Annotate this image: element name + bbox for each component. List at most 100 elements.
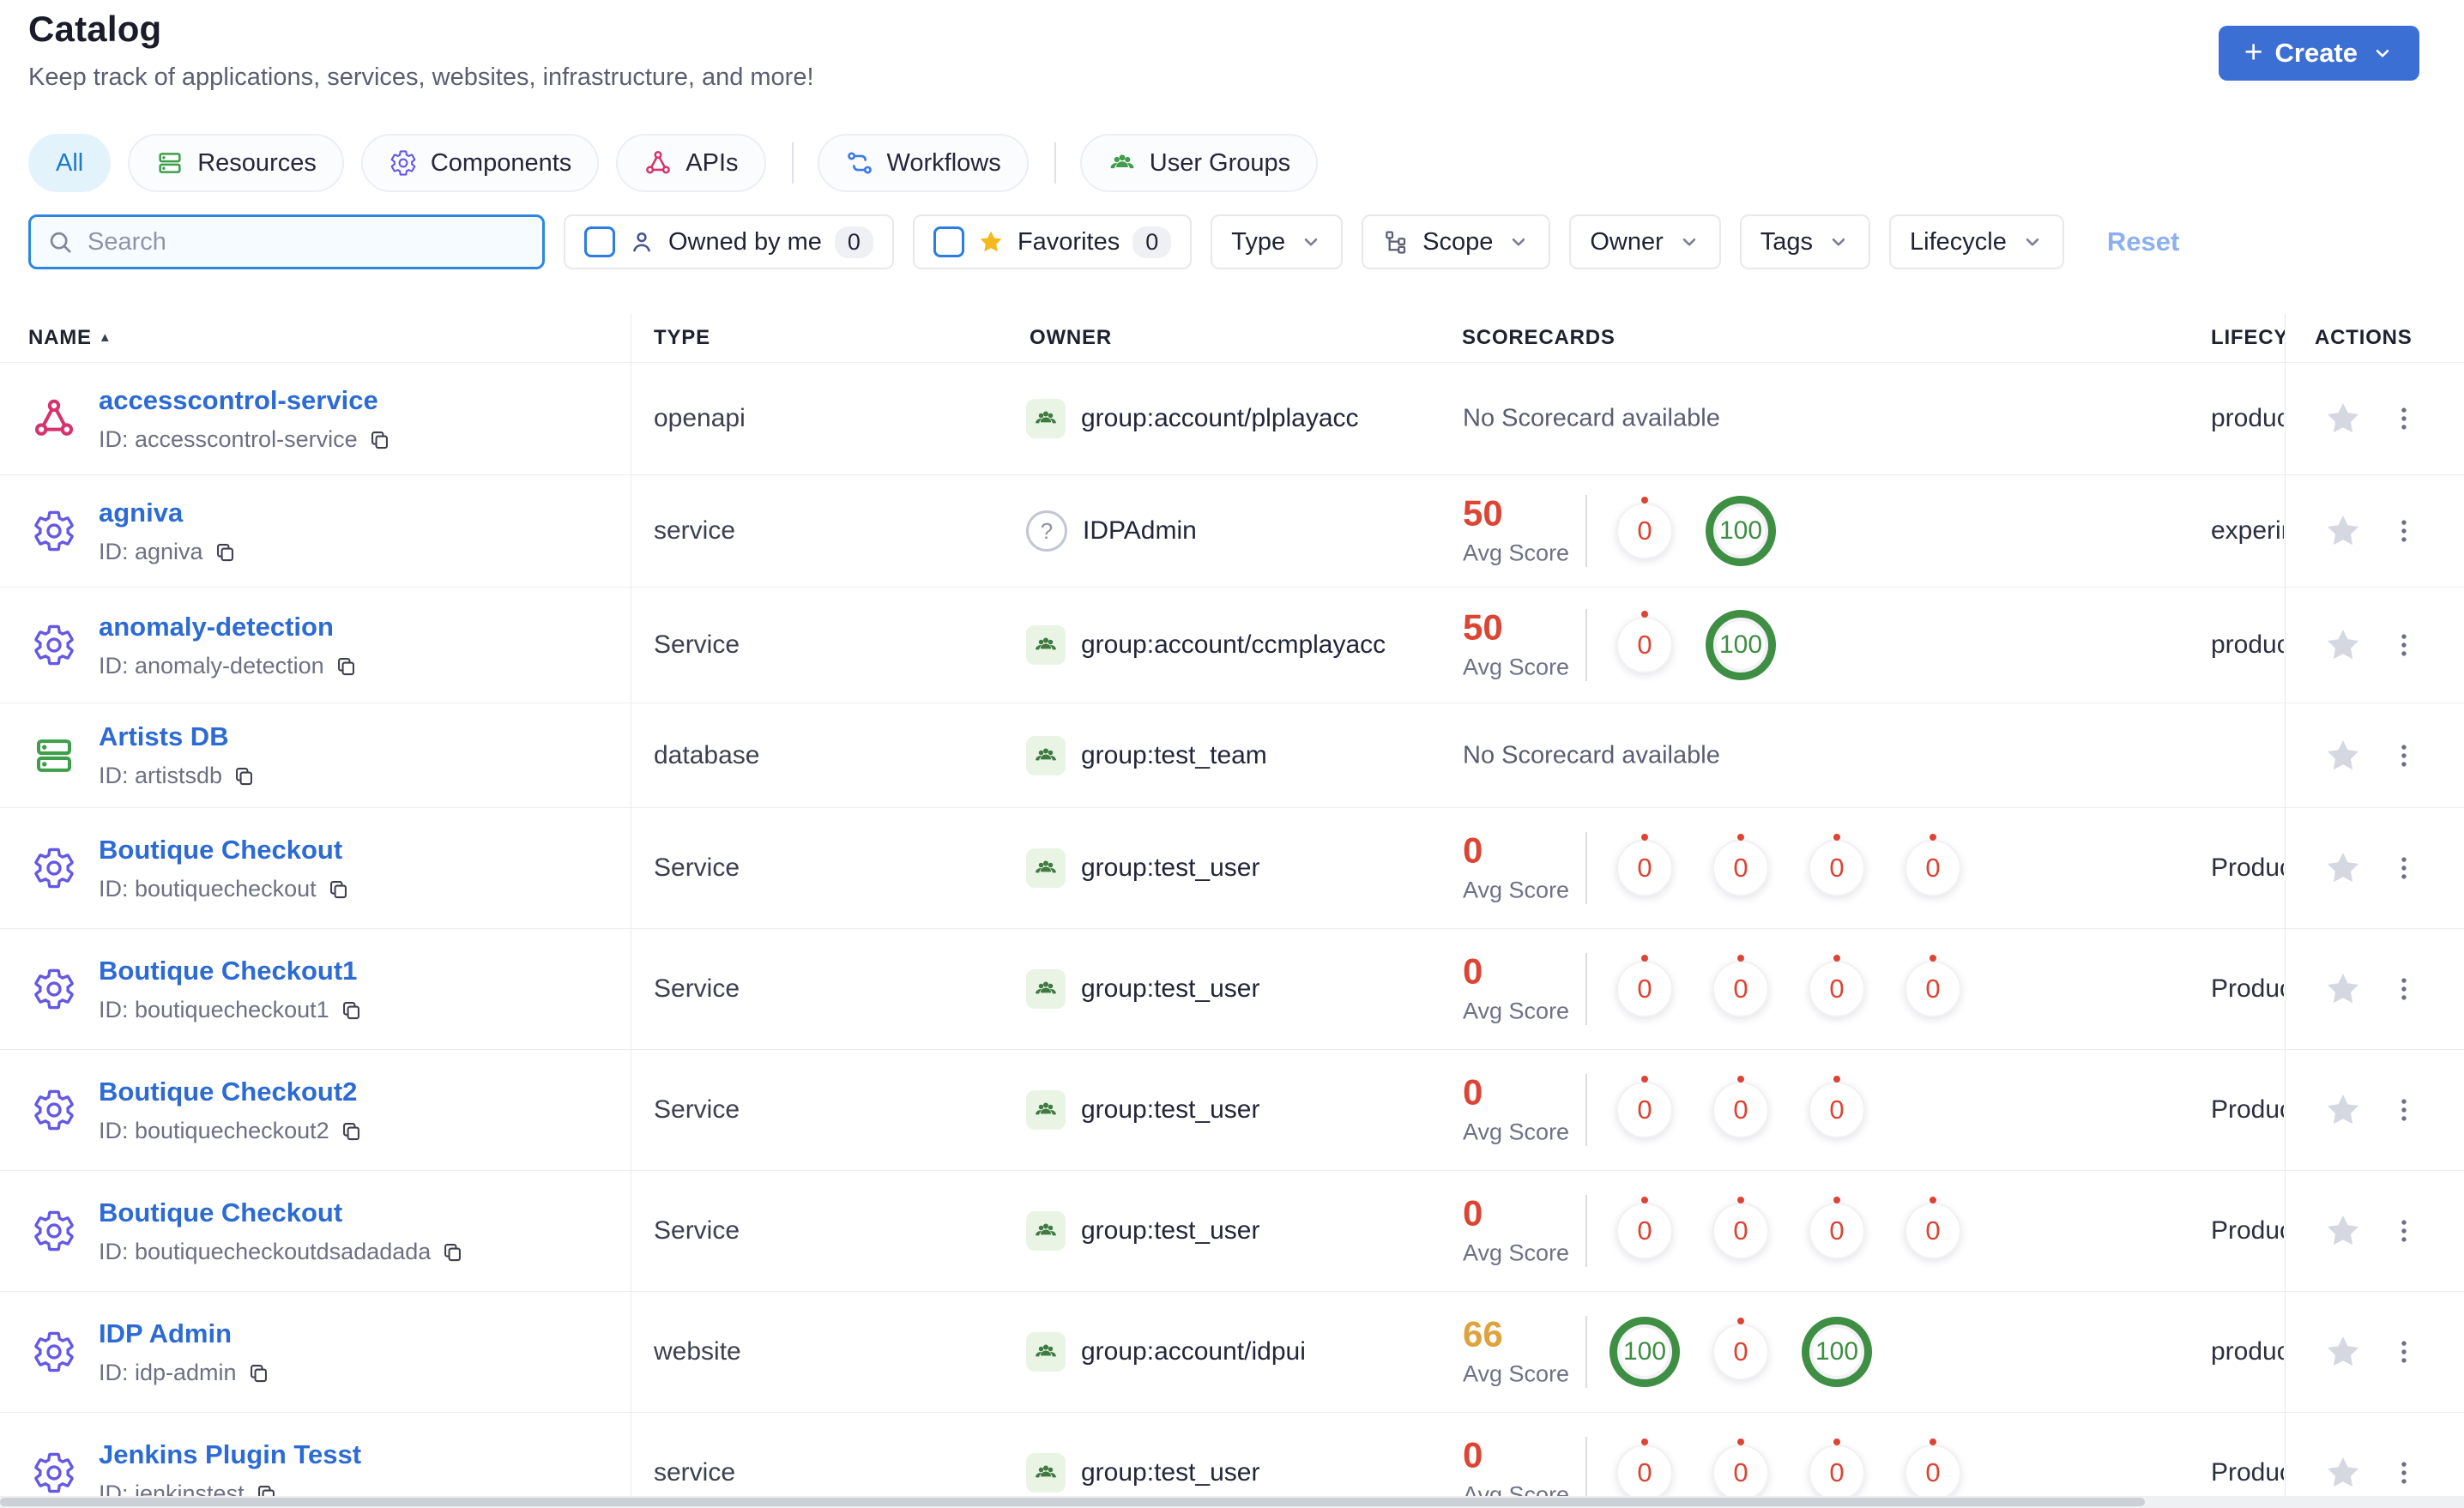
owner-cell: group:test_user xyxy=(1026,1171,1259,1291)
tab-resources[interactable]: Resources xyxy=(128,134,344,192)
tab-user-groups[interactable]: User Groups xyxy=(1079,134,1319,192)
scorecard-score-circle[interactable]: 0 xyxy=(1809,834,1865,896)
favorite-star-icon[interactable] xyxy=(2323,969,2363,1009)
entity-name-link[interactable]: Boutique Checkout xyxy=(99,835,350,866)
tab-apis[interactable]: APIs xyxy=(616,134,766,192)
scorecard-score-circle[interactable]: 0 xyxy=(1712,1197,1769,1259)
kebab-menu-icon[interactable] xyxy=(2389,853,2419,884)
copy-icon[interactable] xyxy=(340,998,363,1022)
owned-by-me-checkbox[interactable] xyxy=(584,226,615,257)
scorecard-score-circle[interactable]: 0 xyxy=(1616,497,1673,559)
scorecard-circles: 000 xyxy=(1597,1050,1885,1170)
kebab-menu-icon[interactable] xyxy=(2389,974,2419,1004)
tab-components[interactable]: Components xyxy=(360,134,600,192)
owned-by-me-filter[interactable]: Owned by me 0 xyxy=(564,214,894,269)
entity-name-link[interactable]: Boutique Checkout2 xyxy=(99,1077,363,1107)
copy-icon[interactable] xyxy=(368,428,391,451)
tags-dropdown[interactable]: Tags xyxy=(1739,214,1871,269)
entity-name-link[interactable]: anomaly-detection xyxy=(99,612,358,642)
lifecycle-dropdown[interactable]: Lifecycle xyxy=(1889,214,2064,269)
entity-id-text: ID: agniva xyxy=(99,538,203,564)
entity-name-link[interactable]: Jenkins Plugin Tesst xyxy=(99,1439,361,1470)
favorite-star-icon[interactable] xyxy=(2323,736,2363,775)
favorites-filter[interactable]: Favorites 0 xyxy=(912,214,1193,269)
scorecard-score-circle[interactable]: 0 xyxy=(1809,1439,1865,1501)
favorite-star-icon[interactable] xyxy=(2323,625,2363,665)
scope-dropdown[interactable]: Scope xyxy=(1362,214,1551,269)
entity-id: ID: boutiquecheckoutdsadadada xyxy=(99,1239,464,1265)
column-header-name[interactable]: NAME ▲ xyxy=(28,326,112,350)
copy-icon[interactable] xyxy=(233,764,256,787)
favorite-star-icon[interactable] xyxy=(2323,1453,2363,1493)
scorecard-score-circle[interactable]: 100 xyxy=(1706,496,1776,566)
entity-name-link[interactable]: accesscontrol-service xyxy=(99,385,391,416)
scorecard-score-circle[interactable]: 0 xyxy=(1616,611,1673,673)
tab-all[interactable]: All xyxy=(28,134,112,192)
entity-id-text: ID: accesscontrol-service xyxy=(99,425,358,452)
kebab-menu-icon[interactable] xyxy=(2389,1095,2419,1125)
scorecard-score-circle[interactable]: 0 xyxy=(1905,1197,1961,1259)
entity-name-link[interactable]: Boutique Checkout1 xyxy=(99,956,363,986)
tab-workflows[interactable]: Workflows xyxy=(817,134,1029,192)
owner-cell: group:test_user xyxy=(1026,808,1259,928)
owner-dropdown[interactable]: Owner xyxy=(1569,214,1721,269)
favorites-checkbox[interactable] xyxy=(933,226,964,257)
scorecard-score-circle[interactable]: 0 xyxy=(1616,1439,1673,1501)
favorite-star-icon[interactable] xyxy=(2323,1090,2363,1130)
kebab-menu-icon[interactable] xyxy=(2389,1336,2419,1367)
name-cell: agniva ID: agniva xyxy=(99,475,237,587)
kebab-menu-icon[interactable] xyxy=(2389,630,2419,661)
entity-name-link[interactable]: Boutique Checkout xyxy=(99,1197,464,1228)
scorecard-score-circle[interactable]: 0 xyxy=(1809,1197,1865,1259)
avg-score: 50 Avg Score xyxy=(1463,609,1569,681)
entity-name-link[interactable]: agniva xyxy=(99,498,237,528)
scorecard-score-circle[interactable]: 0 xyxy=(1616,1197,1673,1259)
favorite-star-icon[interactable] xyxy=(2323,1332,2363,1372)
scorecard-score-circle[interactable]: 0 xyxy=(1905,1439,1961,1501)
kebab-menu-icon[interactable] xyxy=(2389,1215,2419,1246)
scorecard-score-circle[interactable]: 0 xyxy=(1712,834,1769,896)
scorecard-score-circle[interactable]: 100 xyxy=(1609,1317,1680,1387)
scorecard-score-circle[interactable]: 0 xyxy=(1616,834,1673,896)
kebab-menu-icon[interactable] xyxy=(2389,1457,2419,1488)
tab-label: Components xyxy=(430,148,572,177)
scorecard-score-circle[interactable]: 0 xyxy=(1809,1076,1865,1138)
scorecard-score-circle[interactable]: 0 xyxy=(1712,1318,1769,1380)
owner-label: group:account/ccmplayacc xyxy=(1081,630,1386,659)
type-dropdown[interactable]: Type xyxy=(1211,214,1344,269)
kebab-menu-icon[interactable] xyxy=(2389,740,2419,771)
search-input[interactable] xyxy=(86,226,527,257)
favorite-star-icon[interactable] xyxy=(2323,1211,2363,1251)
scorecard-score-circle[interactable]: 0 xyxy=(1616,955,1673,1017)
scorecard-score-circle[interactable]: 0 xyxy=(1712,1439,1769,1501)
scrollbar-thumb[interactable] xyxy=(0,1498,2145,1506)
scorecard-score-circle[interactable]: 0 xyxy=(1712,955,1769,1017)
entity-name-link[interactable]: IDP Admin xyxy=(99,1318,270,1349)
gear-icon xyxy=(31,929,77,1049)
favorite-star-icon[interactable] xyxy=(2323,848,2363,888)
scorecard-score-circle[interactable]: 0 xyxy=(1905,955,1961,1017)
scorecard-score-circle[interactable]: 0 xyxy=(1809,955,1865,1017)
copy-icon[interactable] xyxy=(335,654,358,678)
favorite-star-icon[interactable] xyxy=(2323,399,2363,438)
copy-icon[interactable] xyxy=(247,1361,270,1384)
create-button[interactable]: + Create xyxy=(2218,26,2419,81)
scorecard-score-circle[interactable]: 100 xyxy=(1706,610,1776,680)
reset-filters-link[interactable]: Reset xyxy=(2107,226,2179,257)
copy-icon[interactable] xyxy=(340,1119,363,1143)
favorite-star-icon[interactable] xyxy=(2323,511,2363,551)
table-row: agniva ID: agniva service? IDPAdmin 50 Avg Sc… xyxy=(0,475,2464,588)
scorecard-score-circle[interactable]: 0 xyxy=(1712,1076,1769,1138)
entity-name-link[interactable]: Artists DB xyxy=(99,721,256,752)
kebab-menu-icon[interactable] xyxy=(2389,403,2419,434)
copy-icon[interactable] xyxy=(441,1240,464,1264)
copy-icon[interactable] xyxy=(327,878,350,901)
kebab-menu-icon[interactable] xyxy=(2389,516,2419,546)
scorecard-score-circle[interactable]: 0 xyxy=(1905,834,1961,896)
actions-cell xyxy=(2286,588,2464,703)
owner-label: group:test_user xyxy=(1081,1095,1260,1124)
scorecard-score-circle[interactable]: 100 xyxy=(1802,1317,1872,1387)
scorecard-score-circle[interactable]: 0 xyxy=(1616,1076,1673,1138)
copy-icon[interactable] xyxy=(214,540,237,564)
horizontal-scrollbar[interactable] xyxy=(0,1496,2464,1508)
